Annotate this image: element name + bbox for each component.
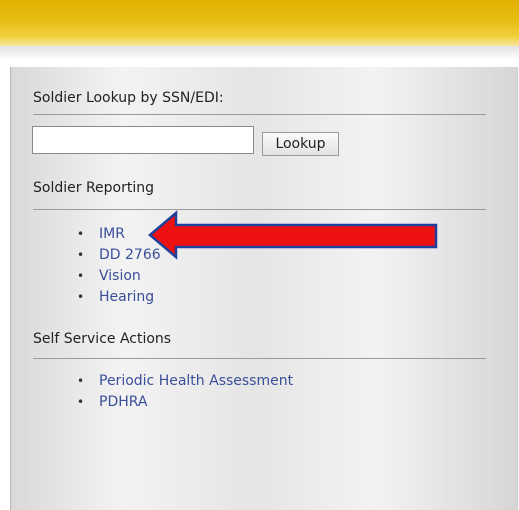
bullet-icon: • (77, 290, 85, 304)
self-service-divider (33, 358, 486, 359)
bullet-icon: • (77, 395, 85, 409)
header-bar (0, 0, 519, 46)
list-item: • PDHRA (77, 392, 293, 413)
bullet-icon: • (77, 248, 85, 262)
periodic-health-assessment-link[interactable]: Periodic Health Assessment (99, 373, 293, 389)
bullet-icon: • (77, 269, 85, 283)
pdhra-link[interactable]: PDHRA (99, 394, 148, 410)
soldier-reporting-heading: Soldier Reporting (33, 180, 154, 196)
vision-link[interactable]: Vision (99, 268, 141, 284)
imr-link[interactable]: IMR (99, 226, 125, 242)
list-item: • Periodic Health Assessment (77, 371, 293, 392)
soldier-lookup-heading: Soldier Lookup by SSN/EDI: (33, 90, 224, 106)
hearing-link[interactable]: Hearing (99, 289, 154, 305)
bullet-icon: • (77, 374, 85, 388)
soldier-lookup-divider (33, 114, 486, 115)
self-service-heading: Self Service Actions (33, 331, 172, 347)
ssn-edi-search-input[interactable] (32, 126, 254, 154)
red-left-arrow-icon (148, 210, 438, 260)
bullet-icon: • (77, 227, 85, 241)
header-shadow (0, 46, 519, 60)
list-item: • Hearing (77, 287, 161, 308)
lookup-button[interactable]: Lookup (262, 132, 339, 156)
self-service-list: • Periodic Health Assessment • PDHRA (77, 371, 293, 413)
list-item: • Vision (77, 266, 161, 287)
